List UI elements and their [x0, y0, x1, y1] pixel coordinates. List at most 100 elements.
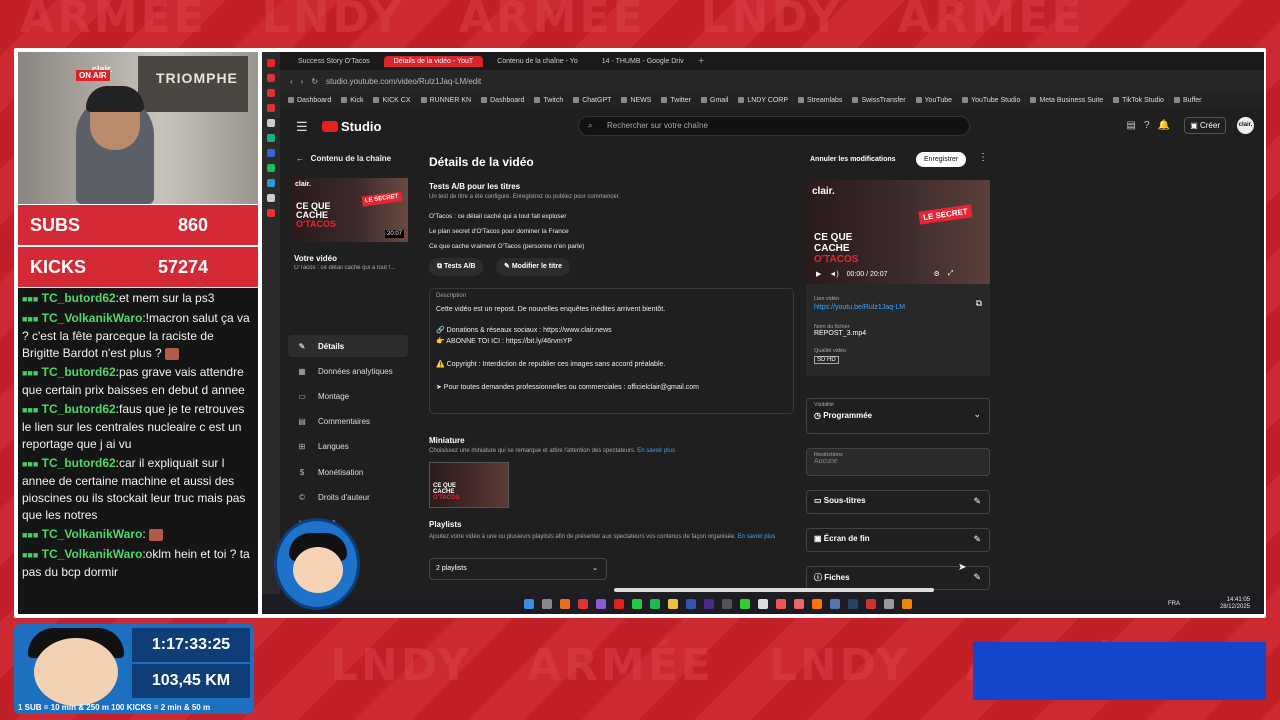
thumbnail-option[interactable]: CE QUE CACHE O'TACOS	[429, 462, 509, 508]
avatar[interactable]: clair.	[1237, 117, 1254, 134]
app-icon[interactable]	[542, 599, 552, 609]
app-icon[interactable]	[722, 599, 732, 609]
app-icon[interactable]	[812, 599, 822, 609]
app-icon[interactable]	[884, 599, 894, 609]
header-icons[interactable]: ▤?🔔	[1127, 120, 1178, 131]
app-icon[interactable]	[704, 599, 714, 609]
app-icon[interactable]	[902, 599, 912, 609]
ab-test-button[interactable]: ⧉ Tests A/B	[429, 258, 484, 276]
app-icon[interactable]	[740, 599, 750, 609]
app-icon[interactable]	[596, 599, 606, 609]
play-icon[interactable]: ▶	[816, 270, 821, 278]
learn-more-link[interactable]: En savoir plus	[637, 448, 675, 454]
create-button[interactable]: ▣ Créer	[1184, 117, 1226, 134]
app-icon[interactable]	[632, 599, 642, 609]
horizontal-scrollbar[interactable]	[614, 588, 934, 592]
app-icon[interactable]	[267, 74, 275, 82]
tab-active[interactable]: Détails de la vidéo - YouT	[383, 55, 484, 67]
app-icon[interactable]	[686, 599, 696, 609]
tab[interactable]: Contenu de la chaîne - Yo	[487, 56, 588, 67]
forward-icon[interactable]: ›	[301, 77, 304, 86]
app-icon[interactable]	[866, 599, 876, 609]
video-link[interactable]: https://youtu.be/Rulz1Jaq-LM	[814, 304, 905, 311]
nav-copyright[interactable]: © Droits d'auteur	[288, 486, 408, 508]
app-icon[interactable]	[267, 134, 275, 142]
app-icon[interactable]	[267, 209, 275, 217]
playlists-select[interactable]: 2 playlists ⌄	[429, 558, 607, 580]
nav-languages[interactable]: ⊞ Langues	[288, 435, 408, 457]
bookmark[interactable]: ChatGPT	[573, 97, 611, 104]
bookmark[interactable]: Gmail	[701, 97, 728, 104]
bookmark[interactable]: Dashboard	[288, 97, 331, 104]
search-input[interactable]: ⌕ Rechercher sur votre chaîne	[578, 116, 970, 136]
bookmark[interactable]: YouTube Studio	[962, 97, 1020, 104]
bookmark[interactable]: Meta Business Suite	[1030, 97, 1103, 104]
app-icon[interactable]	[267, 59, 275, 67]
bookmark[interactable]: YouTube	[916, 97, 953, 104]
description-field[interactable]: Description Cette vidéo est un repost. D…	[429, 288, 794, 414]
volume-icon[interactable]: ◄)	[829, 271, 838, 278]
new-tab-icon[interactable]: ＋	[698, 56, 705, 66]
bookmark[interactable]: Buffer	[1174, 97, 1202, 104]
copy-icon[interactable]: ⧉	[976, 298, 982, 309]
bookmark[interactable]: NEWS	[621, 97, 651, 104]
save-button[interactable]: Enregistrer	[916, 152, 967, 167]
app-icon[interactable]	[830, 599, 840, 609]
app-icon[interactable]	[578, 599, 588, 609]
app-icon[interactable]	[267, 104, 275, 112]
clock[interactable]: 14:41:05 28/12/2025	[1220, 597, 1250, 611]
app-icon[interactable]	[560, 599, 570, 609]
tab[interactable]: 14 - THUMB - Google Driv	[592, 56, 694, 67]
video-player[interactable]: clair. LE SECRET CE QUE CACHE O'TACOS ▶ ◄)…	[806, 180, 990, 284]
app-icon[interactable]	[848, 599, 858, 609]
nav-comments[interactable]: ▤ Commentaires	[288, 410, 408, 432]
edit-title-button[interactable]: ✎ Modifier le titre	[496, 258, 570, 276]
menu-icon[interactable]: ☰	[296, 119, 308, 135]
app-icon[interactable]	[668, 599, 678, 609]
bookmark[interactable]: Kick	[341, 97, 363, 104]
learn-more-link[interactable]: En savoir plus	[738, 534, 776, 540]
bookmark[interactable]: KICK CX	[373, 97, 410, 104]
back-to-content[interactable]: ← Contenu de la chaîne	[296, 154, 391, 163]
subtitles-row[interactable]: ▭ Sous-titres ✎	[806, 490, 990, 514]
back-icon[interactable]: ‹	[290, 77, 293, 86]
settings-icon[interactable]: ⚙	[934, 270, 940, 278]
app-icon[interactable]	[267, 119, 275, 127]
bookmark[interactable]: Twitter	[661, 97, 691, 104]
webcam: TRIOMPHE clair. ON AIR	[18, 52, 258, 204]
bookmark[interactable]: RUNNER KN	[421, 97, 472, 104]
cancel-button[interactable]: Annuler les modifications	[804, 152, 902, 167]
fullscreen-icon[interactable]: ⤢	[948, 270, 954, 278]
nav-details[interactable]: ✎ Détails	[288, 335, 408, 357]
bookmark[interactable]: Twitch	[534, 97, 563, 104]
windows-icon[interactable]	[524, 599, 534, 609]
more-icon[interactable]: ⋮	[978, 152, 988, 163]
tab[interactable]: Success Story O'Tacos	[288, 56, 380, 67]
visibility-select[interactable]: Visibilité ◷ Programmée ⌄	[806, 398, 990, 434]
studio-logo[interactable]: Studio	[322, 119, 381, 134]
language-indicator[interactable]: FRA	[1168, 601, 1180, 607]
bookmark[interactable]: SwissTransfer	[852, 97, 905, 104]
app-icon[interactable]	[614, 599, 624, 609]
nav-editor[interactable]: ▭ Montage	[288, 385, 408, 407]
app-icon[interactable]	[776, 599, 786, 609]
bookmark[interactable]: LNDY CORP	[738, 97, 788, 104]
app-icon[interactable]	[650, 599, 660, 609]
restrictions-field[interactable]: Restrictions Aucune	[806, 448, 990, 476]
app-icon[interactable]	[267, 164, 275, 172]
nav-analytics[interactable]: ▦ Données analytiques	[288, 360, 408, 382]
url-field[interactable]: studio.youtube.com/video/Rulz1Jaq-LM/edi…	[326, 77, 481, 86]
app-icon[interactable]	[758, 599, 768, 609]
bookmark[interactable]: Dashboard	[481, 97, 524, 104]
reload-icon[interactable]: ↻	[311, 77, 318, 86]
bookmark[interactable]: TikTok Studio	[1113, 97, 1164, 104]
nav-monetization[interactable]: $ Monétisation	[288, 461, 408, 483]
app-icon[interactable]	[267, 149, 275, 157]
video-thumbnail[interactable]: clair. LE SECRET CE QUE CACHE O'TACOS 20:0…	[292, 178, 408, 242]
bookmark[interactable]: Streamlabs	[798, 97, 842, 104]
endscreen-row[interactable]: ▣ Écran de fin ✎	[806, 528, 990, 552]
app-icon[interactable]	[267, 179, 275, 187]
app-icon[interactable]	[267, 194, 275, 202]
app-icon[interactable]	[794, 599, 804, 609]
app-icon[interactable]	[267, 89, 275, 97]
